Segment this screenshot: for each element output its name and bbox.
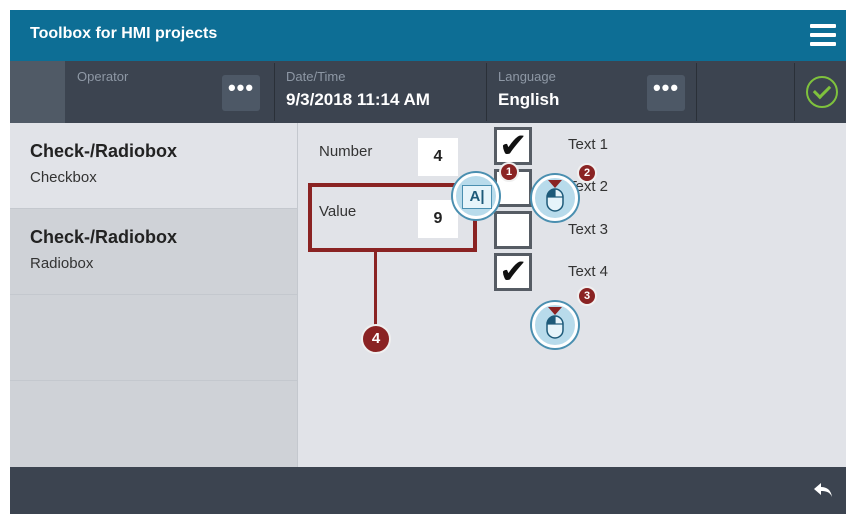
checkbox-label: Text 1 [568, 136, 609, 153]
mouse-icon [546, 307, 564, 339]
text-input-gesture-icon: A| [453, 173, 499, 219]
ok-check-icon[interactable] [806, 76, 838, 108]
number-label: Number [319, 143, 373, 160]
callout-badge-2: 2 [577, 163, 597, 183]
datetime-block: Date/Time 9/3/2018 11:14 AM [274, 61, 484, 113]
menu-icon[interactable] [810, 24, 836, 46]
title-bar: Toolbox for HMI projects [10, 10, 846, 61]
nav-item-title: Check-/Radiobox [30, 227, 178, 247]
operator-indicator [10, 61, 65, 123]
nav-item-radiobox[interactable]: Check-/Radiobox Radiobox [10, 209, 298, 295]
callout-badge-1: 1 [499, 162, 519, 182]
checkbox-text-3[interactable] [494, 211, 532, 249]
mouse-icon [546, 180, 564, 212]
mouse-click-gesture-icon [532, 302, 578, 348]
bottom-bar [10, 467, 846, 514]
operator-more-button[interactable]: ••• [222, 75, 260, 111]
hmi-screen: Toolbox for HMI projects Operator ••• Da… [10, 10, 846, 514]
nav-item-empty [10, 381, 298, 467]
app-title: Toolbox for HMI projects [30, 25, 218, 42]
callout-badge-4: 4 [361, 324, 391, 354]
checkbox-label: Text 4 [568, 263, 609, 280]
nav-item-empty [10, 295, 298, 381]
nav-item-subtitle: Checkbox [30, 169, 97, 186]
checkbox-label: Text 3 [568, 221, 609, 238]
datetime-value: 9/3/2018 11:14 AM [286, 90, 430, 109]
operator-label: Operator [77, 69, 129, 84]
language-more-button[interactable]: ••• [647, 75, 685, 111]
callout-badge-3: 3 [577, 286, 597, 306]
divider [696, 63, 697, 121]
status-bar: Operator ••• Date/Time 9/3/2018 11:14 AM… [10, 61, 846, 123]
mouse-click-gesture-icon [532, 175, 578, 221]
nav-item-title: Check-/Radiobox [30, 141, 178, 161]
language-block[interactable]: Language English [486, 61, 646, 113]
checkbox-text-1[interactable] [494, 126, 532, 166]
nav-item-subtitle: Radiobox [30, 255, 94, 272]
number-field[interactable]: 4 [418, 138, 458, 176]
divider [794, 63, 795, 121]
language-label: Language [498, 69, 556, 84]
nav-divider [297, 123, 298, 467]
value-highlight-frame [308, 183, 477, 252]
text-cursor-icon: A| [462, 185, 492, 209]
nav-item-checkbox[interactable]: Check-/Radiobox Checkbox [10, 123, 298, 209]
callout-line [374, 252, 377, 325]
datetime-label: Date/Time [286, 69, 346, 84]
language-value: English [498, 90, 560, 109]
back-icon[interactable] [812, 481, 834, 499]
checkbox-text-4[interactable] [494, 252, 532, 292]
